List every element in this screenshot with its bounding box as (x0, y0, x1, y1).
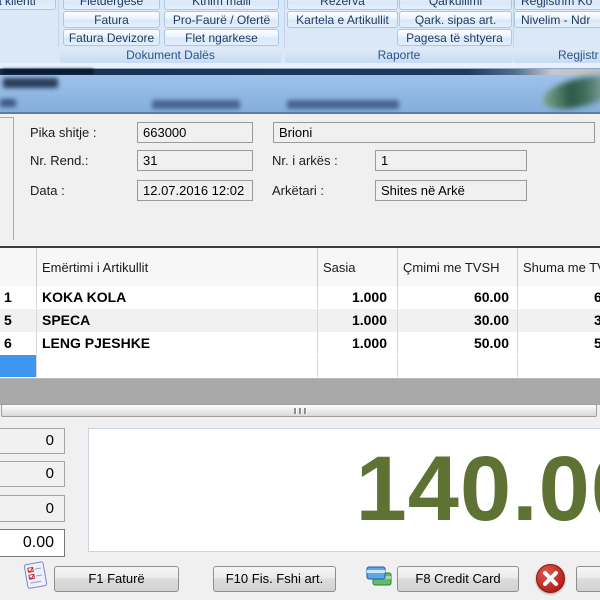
cell-rownum: 6 (0, 332, 37, 354)
document-header-panel (0, 75, 600, 114)
cell-price (398, 355, 518, 377)
nr-rend-label: Nr. Rend.: (30, 150, 89, 171)
blurred-label (3, 78, 58, 88)
payment-amount-input[interactable]: 0.00 (0, 529, 65, 557)
splitter-grip (304, 408, 307, 414)
checklist-icon (22, 560, 50, 590)
cell-qty: 1.000 (318, 286, 398, 308)
nr-arkes-label: Nr. i arkës : (272, 150, 338, 171)
groupbox-edge (13, 117, 14, 240)
col-header-qty: Sasia (318, 248, 398, 286)
table-row-empty[interactable] (0, 355, 600, 379)
pos-window: ga klienti Fletdërgesë Fatura Fatura Dev… (0, 0, 600, 600)
blurred-label (152, 100, 240, 109)
data-input[interactable]: 12.07.2016 12:02 (137, 180, 253, 201)
ribbon-button-pagesa-te-shtyera[interactable]: Pagesa të shtyera (397, 29, 512, 46)
ribbon-button-pro-faure-oferte[interactable]: Pro-Faurë / Ofertë (164, 11, 279, 28)
cell-amount: 60.00 (518, 286, 600, 308)
cell-qty: 1.000 (318, 309, 398, 331)
pika-shitje-input[interactable]: 663000 (137, 122, 253, 143)
col-header-price: Çmimi me TVSH (398, 248, 518, 286)
data-label: Data : (30, 180, 65, 201)
company-logo (540, 72, 600, 114)
f8-credit-card-button[interactable]: F8 Credit Card (397, 566, 519, 592)
nr-arkes-input[interactable]: 1 (375, 150, 527, 171)
ribbon-button-kartela-e-artikullit[interactable]: Kartela e Artikullit (287, 11, 398, 28)
ribbon-button-pagesa-nga-klienti[interactable]: ga klienti (0, 0, 56, 10)
cell-price: 50.00 (398, 332, 518, 354)
arketari-label: Arkëtari : (272, 180, 324, 201)
blurred-label (287, 100, 399, 109)
ribbon-button-fatura[interactable]: Fatura (63, 11, 160, 28)
cell-amount: 50.00 (518, 332, 600, 354)
col-header-rownum (0, 248, 37, 286)
splitter-grip (294, 408, 297, 414)
table-empty-area (0, 378, 600, 405)
ribbon-button-kthim-malli[interactable]: Kthim malli (164, 0, 279, 10)
ribbon-button-qark-sipas-art[interactable]: Qark. sipas art. (399, 11, 512, 28)
ribbon-button-regjistrim[interactable]: Regjistrim Ko (514, 0, 600, 10)
table-row[interactable]: 5 SPECA 1.000 30.00 30.00 (0, 309, 600, 333)
ribbon-button-fletdergese[interactable]: Fletdërgesë (63, 0, 160, 10)
pika-shitje-name-input[interactable]: Brioni (273, 122, 595, 143)
grand-total-value: 140.00 (89, 429, 600, 551)
ribbon-group-separator (58, 0, 59, 47)
cell-name: SPECA (37, 309, 318, 331)
table-header: Emërtimi i Artikullit Sasia Çmimi me TVS… (0, 248, 600, 287)
f10-fshi-artikull-button[interactable]: F10 Fis. Fshi art. (213, 566, 336, 592)
splitter-grip (299, 408, 302, 414)
pika-shitje-label: Pika shitje : (30, 122, 96, 143)
close-icon[interactable] (536, 564, 565, 593)
grand-total-panel: 140.00 (88, 428, 600, 552)
ribbon-button-qarkullimi[interactable]: Qarkullimi (399, 0, 512, 10)
payment-field-3[interactable]: 0 (0, 495, 65, 522)
cell-rownum: 5 (0, 309, 37, 331)
cell-name: LENG PJESHKE (37, 332, 318, 354)
blurred-title-text (2, 69, 94, 74)
ribbon-button-nivelim[interactable]: Nivelim - Ndr (514, 11, 600, 28)
blurred-label (0, 99, 16, 107)
cell-name (37, 355, 318, 377)
groupbox-edge (0, 117, 14, 118)
f1-fature-button[interactable]: F1 Faturë (54, 566, 179, 592)
cell-name: KOKA KOLA (37, 286, 318, 308)
cell-price: 30.00 (398, 309, 518, 331)
cell-amount: 30.00 (518, 309, 600, 331)
ribbon-button-fatura-devizore[interactable]: Fatura Devizore (63, 29, 160, 46)
partial-right-button[interactable] (576, 566, 600, 592)
arketari-input[interactable]: Shites në Arkë (375, 180, 527, 201)
credit-card-icon (365, 565, 393, 589)
ribbon-group-regjistrime: Regjistr (514, 48, 600, 63)
nr-rend-input[interactable]: 31 (137, 150, 253, 171)
payment-field-1[interactable]: 0 (0, 428, 65, 454)
ribbon-group-separator (284, 0, 285, 47)
cell-amount (518, 355, 600, 377)
col-header-amount: Shuma me TVSH (518, 248, 600, 286)
ribbon-group-raporte: Raporte (285, 48, 513, 63)
col-header-name: Emërtimi i Artikullit (37, 248, 318, 286)
ribbon-button-rezerva[interactable]: Rezerva (287, 0, 398, 10)
cell-qty (318, 355, 398, 377)
cell-qty: 1.000 (318, 332, 398, 354)
table-row[interactable]: 1 KOKA KOLA 1.000 60.00 60.00 (0, 286, 600, 310)
selected-cell[interactable] (0, 355, 37, 377)
table-row[interactable]: 6 LENG PJESHKE 1.000 50.00 50.00 (0, 332, 600, 356)
ribbon-group-dokument-dales: Dokument Dalës (60, 48, 281, 63)
payment-field-2[interactable]: 0 (0, 461, 65, 487)
horizontal-splitter[interactable] (1, 404, 597, 417)
ribbon-button-flet-ngarkese[interactable]: Flet ngarkese (164, 29, 279, 46)
cell-rownum: 1 (0, 286, 37, 308)
cell-price: 60.00 (398, 286, 518, 308)
